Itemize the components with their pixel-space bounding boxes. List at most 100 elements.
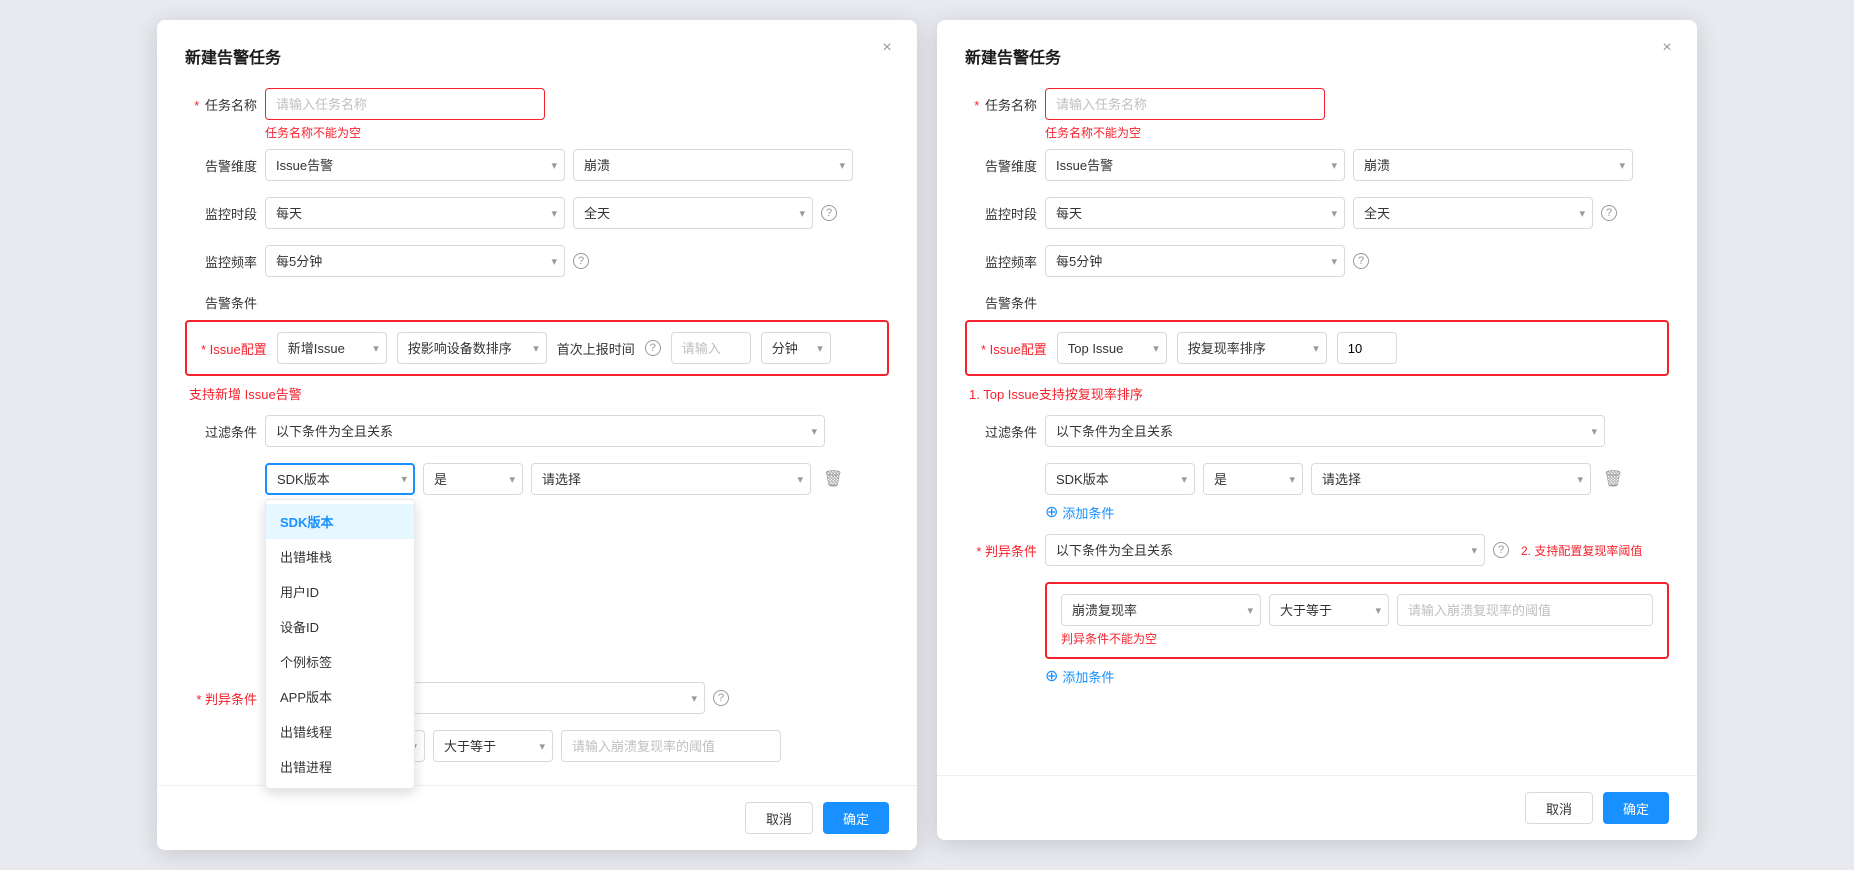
dialog-1-issue-type-wrap: 新增Issue: [277, 332, 387, 364]
dialog-2-freq-label: 监控频率: [965, 252, 1037, 271]
dropdown-item-userid[interactable]: 用户ID: [266, 574, 414, 609]
dialog-1-value-select[interactable]: 请选择: [531, 463, 811, 495]
dialog-1-operator-select[interactable]: 是: [423, 463, 523, 495]
dialog-1-filter-item-row: SDK版本 ▾ 是 请选择 🗑: [265, 463, 889, 495]
dialog-1-dimension-select2[interactable]: 崩溃: [573, 149, 853, 181]
dialog-1-freq-row: 监控频率 每5分钟 ?: [185, 245, 889, 277]
dialog-1-freq-help-icon[interactable]: ?: [573, 253, 589, 269]
dialog-1-issue-time-label: 首次上报时间: [557, 339, 635, 358]
dialog-2-freq-row: 监控频率 每5分钟 ?: [965, 245, 1669, 277]
dialog-2-issue-sort-select[interactable]: 按复现率排序: [1177, 332, 1327, 364]
dialog-2-period-label: 监控时段: [965, 204, 1037, 223]
dialog-2-filter-relation-select[interactable]: 以下条件为全且关系: [1045, 415, 1605, 447]
dialog-1-dimension-select1-wrap: Issue告警: [265, 149, 565, 181]
dialog-2-issue-type-wrap: Top Issue: [1057, 332, 1167, 364]
dialog-1-filter-condition-area: SDK版本 ▾ 是 请选择 🗑 SDK版本 出错堆栈 用户ID 设备ID 个例: [265, 463, 889, 495]
dropdown-item-sdk[interactable]: SDK版本: [266, 504, 414, 539]
dialog-2-sdk-select[interactable]: SDK版本: [1045, 463, 1195, 495]
dialog-2-taskname-input[interactable]: [1045, 88, 1325, 120]
dialog-2-filter-item-row: SDK版本 是 请选择 🗑: [1045, 463, 1669, 495]
dialog-1-crash-operator-select[interactable]: 大于等于: [433, 730, 553, 762]
dialog-1-period-help-icon[interactable]: ?: [821, 205, 837, 221]
dialog-2-taskname-row: * 任务名称: [965, 88, 1669, 120]
dialog-2-freq-select[interactable]: 每5分钟: [1045, 245, 1345, 277]
dialog-1-sdk-select-container: SDK版本 ▾: [265, 463, 415, 495]
dialog-2-crash-operator-select[interactable]: 大于等于: [1269, 594, 1389, 626]
dialog-1-close-icon[interactable]: ×: [877, 38, 897, 58]
dropdown-item-appver[interactable]: APP版本: [266, 679, 414, 714]
dialog-2-judge-error: 判异条件不能为空: [1061, 630, 1653, 647]
dialog-2-close-icon[interactable]: ×: [1657, 38, 1677, 58]
dialog-1-crash-threshold-input[interactable]: [561, 730, 781, 762]
dialog-2-value-select[interactable]: 请选择: [1311, 463, 1591, 495]
dialog-1-dimension-select2-wrap: 崩溃: [573, 149, 853, 181]
dialog-1-issue-unit-select[interactable]: 分钟: [761, 332, 831, 364]
dialog-2-dimension-select1[interactable]: Issue告警: [1045, 149, 1345, 181]
dialog-2-filter-relation-wrap: 以下条件为全且关系: [1045, 415, 1605, 447]
dialog-1-issue-time-help-icon[interactable]: ?: [645, 340, 661, 356]
dialog-1-freq-select[interactable]: 每5分钟: [265, 245, 565, 277]
dialog-1-period-select1[interactable]: 每天: [265, 197, 565, 229]
dialog-1-period-select2[interactable]: 全天: [573, 197, 813, 229]
dialog-1-period-select1-wrap: 每天: [265, 197, 565, 229]
dialog-1-filter-relation-select[interactable]: 以下条件为全且关系: [265, 415, 825, 447]
dialog-1-taskname-input[interactable]: [265, 88, 545, 120]
dropdown-item-tag[interactable]: 个例标签: [266, 644, 414, 679]
dialog-2-sdk-select-wrap: SDK版本: [1045, 463, 1195, 495]
dialog-1-filter-label: 过滤条件: [185, 422, 257, 441]
dialog-2-freq-help-icon[interactable]: ?: [1353, 253, 1369, 269]
dialog-1-dimension-select1[interactable]: Issue告警: [265, 149, 565, 181]
dialog-2-crash-threshold-input[interactable]: [1397, 594, 1653, 626]
dialog-2-period-select1-wrap: 每天: [1045, 197, 1345, 229]
dialog-1-alert-condition-row: 告警条件: [185, 293, 889, 312]
dialog-2-freq-select-wrap: 每5分钟: [1045, 245, 1345, 277]
dropdown-item-process[interactable]: 出错进程: [266, 749, 414, 784]
dialog-2-period-row: 监控时段 每天 全天 ?: [965, 197, 1669, 229]
dialog-2-title: 新建告警任务: [965, 44, 1669, 68]
dialog-2-alert-condition-label: 告警条件: [965, 293, 1037, 312]
dialog-1-cancel-button[interactable]: 取消: [745, 802, 813, 834]
dialog-1-issue-config-box: * Issue配置 新增Issue 按影响设备数排序 首次上报时间 ? 分钟: [185, 320, 889, 376]
dialog-2-period-help-icon[interactable]: ?: [1601, 205, 1617, 221]
dialog-2-period-select1[interactable]: 每天: [1045, 197, 1345, 229]
dialog-2-judge-label: * 判异条件: [965, 541, 1037, 560]
dropdown-item-stack[interactable]: 出错堆栈: [266, 539, 414, 574]
dialog-1-confirm-button[interactable]: 确定: [823, 802, 889, 834]
dropdown-item-thread[interactable]: 出错线程: [266, 714, 414, 749]
dialog-1-operator-select-wrap: 是: [423, 463, 523, 495]
dialog-2-delete-icon[interactable]: 🗑: [1599, 465, 1627, 493]
dialog-2-taskname-error: 任务名称不能为空: [1045, 124, 1669, 141]
dialog-1-issue-sort-select[interactable]: 按影响设备数排序: [397, 332, 547, 364]
dialog-2-taskname-label: * 任务名称: [965, 95, 1037, 114]
dialog-2-annotation1: 1. Top Issue支持按复现率排序: [965, 384, 1669, 403]
dialog-2: 新建告警任务 × * 任务名称 任务名称不能为空 告警维度 Issue告警 崩溃…: [937, 20, 1697, 840]
dialog-2-add-judge-btn[interactable]: ⊕ 添加条件: [1045, 667, 1669, 686]
dialog-1-issue-unit-wrap: 分钟: [761, 332, 831, 364]
dialog-2-judge-relation-select[interactable]: 以下条件为全且关系: [1045, 534, 1485, 566]
dialog-1-judge-help-icon[interactable]: ?: [713, 690, 729, 706]
dialog-1-period-row: 监控时段 每天 全天 ?: [185, 197, 889, 229]
dialog-2-issue-config-box: * Issue配置 Top Issue 按复现率排序: [965, 320, 1669, 376]
dialog-1-period-select2-wrap: 全天: [573, 197, 813, 229]
dialog-2-dimension-select2[interactable]: 崩溃: [1353, 149, 1633, 181]
dialog-1-issue-type-select[interactable]: 新增Issue: [277, 332, 387, 364]
dialog-2-judge-header-row: * 判异条件 以下条件为全且关系 ? 2. 支持配置复现率阈值: [965, 534, 1669, 566]
dialog-1-sdk-select[interactable]: SDK版本: [265, 463, 415, 495]
dialog-2-add-filter-btn[interactable]: ⊕ 添加条件: [1045, 503, 1669, 522]
dialog-2-judge-help-icon[interactable]: ?: [1493, 542, 1509, 558]
dialog-2-cancel-button[interactable]: 取消: [1525, 792, 1593, 824]
dialog-2-dimension-select2-wrap: 崩溃: [1353, 149, 1633, 181]
dialog-2-crash-rate-select[interactable]: 崩溃复现率: [1061, 594, 1261, 626]
dialog-1-period-label: 监控时段: [185, 204, 257, 223]
dialog-2-topn-input[interactable]: [1337, 332, 1397, 364]
dialog-2-confirm-button[interactable]: 确定: [1603, 792, 1669, 824]
dialog-2-period-select2[interactable]: 全天: [1353, 197, 1593, 229]
dialog-2-judge-annotation: 2. 支持配置复现率阈值: [1521, 542, 1642, 559]
dialog-2-operator-select[interactable]: 是: [1203, 463, 1303, 495]
dropdown-item-deviceid[interactable]: 设备ID: [266, 609, 414, 644]
dialog-1-issue-time-input[interactable]: [671, 332, 751, 364]
dialog-1-delete-icon[interactable]: 🗑: [819, 465, 847, 493]
dialog-2-issue-type-select[interactable]: Top Issue: [1057, 332, 1167, 364]
dialog-1-freq-select-wrap: 每5分钟: [265, 245, 565, 277]
dialog-1-filter-relation-wrap: 以下条件为全且关系: [265, 415, 825, 447]
